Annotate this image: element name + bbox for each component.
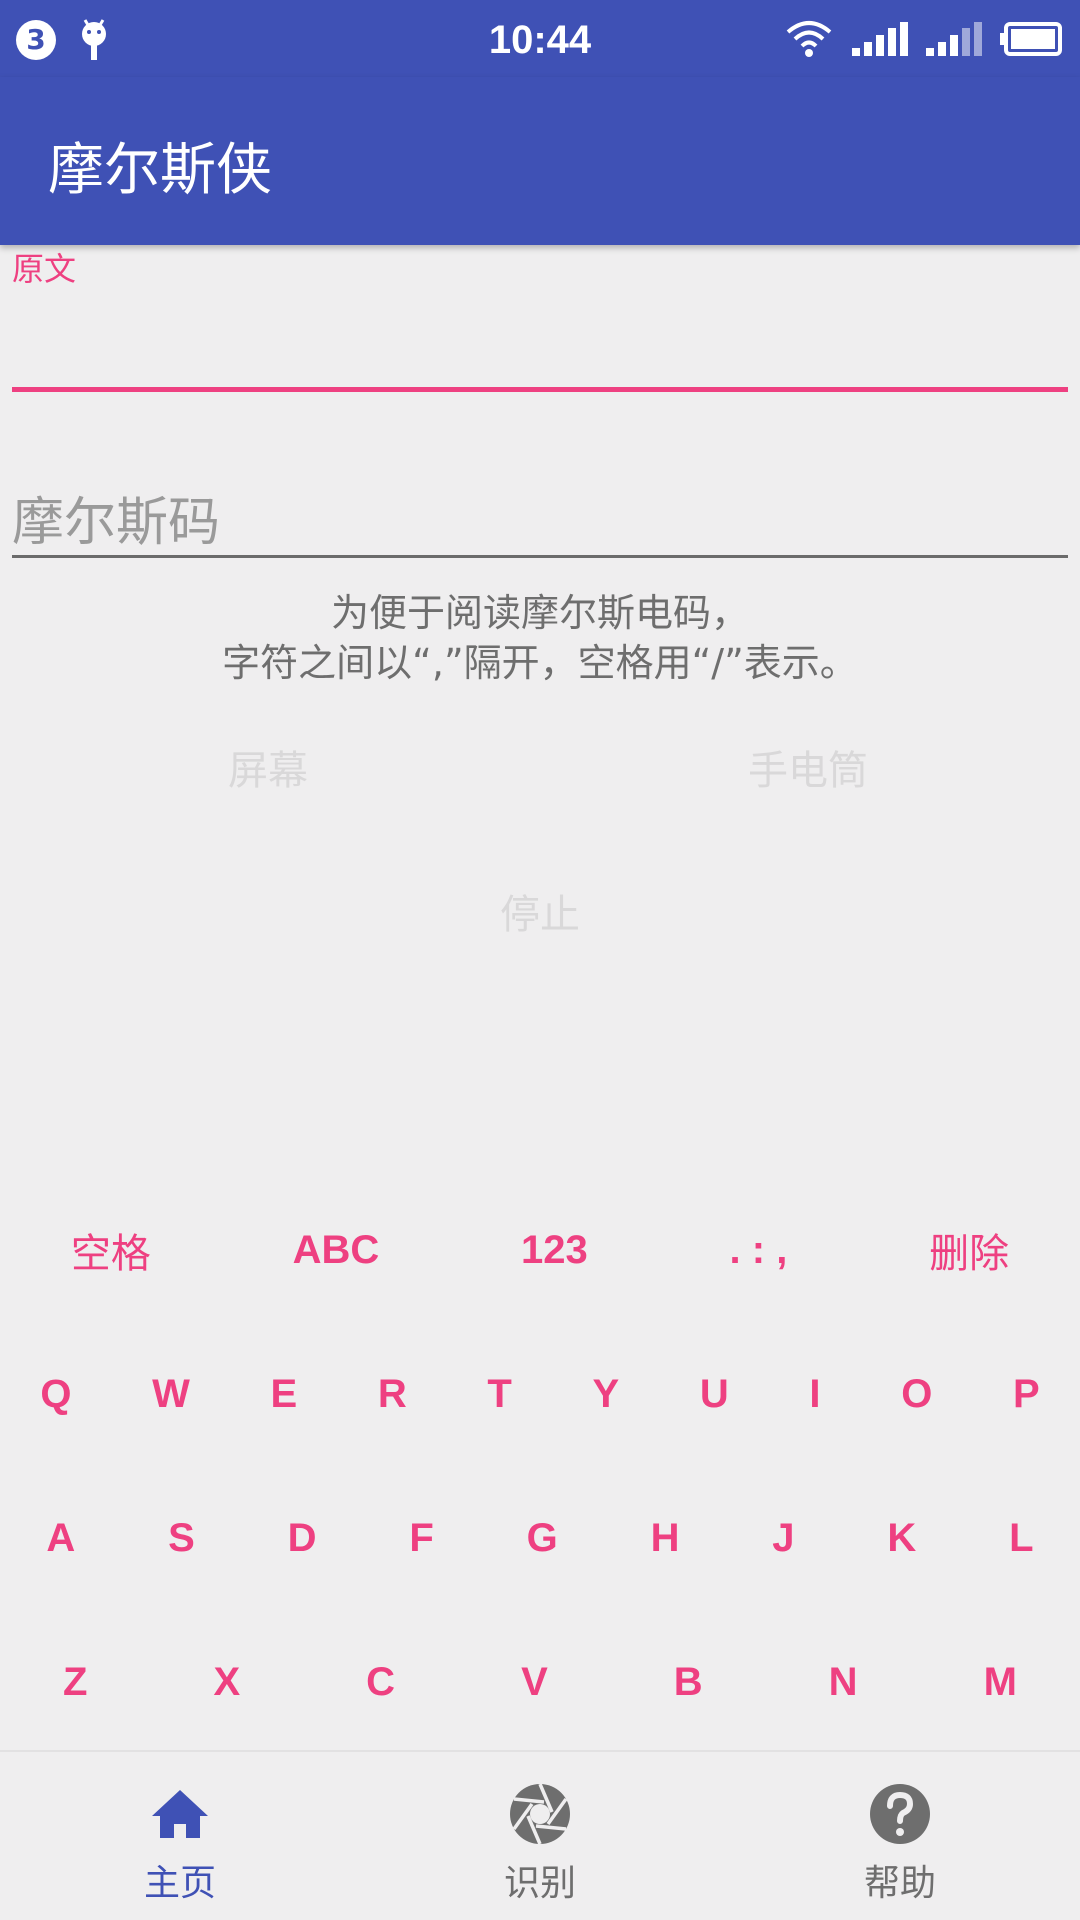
nav-label-home: 主页: [143, 1863, 216, 1904]
keyboard-key-row3-3[interactable]: V: [521, 1660, 548, 1705]
keyboard-key-row2-8[interactable]: L: [1009, 1516, 1033, 1561]
keyboard-key-row3-2[interactable]: C: [366, 1660, 395, 1705]
hint-line-1: 为便于阅读摩尔斯电码，: [330, 591, 749, 635]
keyboard-mode-key-2[interactable]: 123: [521, 1228, 588, 1273]
wifi-icon: [786, 21, 832, 57]
keyboard-mode-row: 空格 ABC 123 . : , 删除: [0, 1220, 1080, 1280]
source-text-underline: [12, 387, 1068, 392]
flashlight-signal-button[interactable]: 手电筒: [658, 738, 958, 796]
nav-label-help: 帮助: [863, 1863, 936, 1904]
keyboard-key-row1-4[interactable]: T: [487, 1372, 511, 1417]
screen-signal-button[interactable]: 屏幕: [118, 738, 418, 796]
keyboard-key-row2-0[interactable]: A: [46, 1516, 75, 1561]
keyboard-key-row1-3[interactable]: R: [378, 1372, 407, 1417]
keyboard-row-3: ZXCVBNM: [0, 1652, 1080, 1712]
keyboard-key-row2-1[interactable]: S: [168, 1516, 195, 1561]
morse-format-hint: 为便于阅读摩尔斯电码， 字符之间以“,”隔开，空格用“/”表示。: [0, 588, 1080, 688]
keyboard-row-1: QWERTYUIOP: [0, 1364, 1080, 1424]
signal-sim2-icon: [926, 22, 982, 56]
signal-sim1-icon: [852, 22, 908, 56]
keyboard-row-2: ASDFGHJKL: [0, 1508, 1080, 1568]
hint-line-2: 字符之间以“,”隔开，空格用“/”表示。: [222, 641, 858, 685]
morse-code-field[interactable]: 摩尔斯码: [12, 480, 220, 555]
keyboard-key-row2-6[interactable]: J: [772, 1516, 794, 1561]
keyboard-key-row3-4[interactable]: B: [674, 1660, 703, 1705]
app-bar: 摩尔斯侠: [0, 77, 1080, 245]
keyboard-key-row1-9[interactable]: P: [1013, 1372, 1040, 1417]
home-icon: [152, 1790, 208, 1838]
morse-code-underline: [12, 555, 1068, 558]
nav-label-recognize: 识别: [503, 1863, 576, 1904]
keyboard-mode-key-0[interactable]: 空格: [71, 1221, 151, 1279]
stop-button[interactable]: 停止: [390, 882, 690, 940]
keyboard-key-row1-7[interactable]: I: [809, 1372, 820, 1417]
keyboard-key-row2-3[interactable]: F: [409, 1516, 433, 1561]
keyboard-key-row1-6[interactable]: U: [700, 1372, 729, 1417]
nav-item-help[interactable]: 帮助: [720, 1752, 1080, 1920]
keyboard-key-row3-5[interactable]: N: [829, 1660, 858, 1705]
keyboard-key-row1-0[interactable]: Q: [40, 1372, 71, 1417]
keyboard-key-row1-5[interactable]: Y: [593, 1372, 620, 1417]
keyboard-key-row2-2[interactable]: D: [288, 1516, 317, 1561]
keyboard-key-row2-5[interactable]: H: [651, 1516, 680, 1561]
keyboard-key-row3-0[interactable]: Z: [63, 1660, 87, 1705]
source-text-label: 原文: [12, 250, 77, 288]
aperture-icon: [510, 1783, 570, 1845]
bottom-navigation: 主页 识别 帮助: [0, 1750, 1080, 1920]
status-clock: 10:44: [488, 18, 592, 62]
nav-item-recognize[interactable]: 识别: [360, 1752, 720, 1920]
keyboard-key-row3-6[interactable]: M: [984, 1660, 1017, 1705]
nav-item-home[interactable]: 主页: [0, 1752, 360, 1920]
keyboard-key-row2-4[interactable]: G: [527, 1516, 558, 1561]
keyboard-key-row1-8[interactable]: O: [901, 1372, 932, 1417]
keyboard-key-row1-1[interactable]: W: [152, 1372, 190, 1417]
status-bar: 3 10:44: [0, 0, 1080, 77]
app-title: 摩尔斯侠: [48, 138, 272, 203]
keyboard-key-row3-1[interactable]: X: [213, 1660, 240, 1705]
keyboard-key-row1-2[interactable]: E: [271, 1372, 298, 1417]
help-icon: [870, 1784, 930, 1844]
battery-icon: [1000, 22, 1062, 56]
keyboard-mode-key-3[interactable]: . : ,: [730, 1228, 788, 1273]
keyboard-mode-key-1[interactable]: ABC: [293, 1228, 380, 1273]
source-text-input[interactable]: [12, 290, 1068, 387]
keyboard-key-row2-7[interactable]: K: [887, 1516, 916, 1561]
keyboard-mode-key-4[interactable]: 删除: [929, 1221, 1009, 1279]
